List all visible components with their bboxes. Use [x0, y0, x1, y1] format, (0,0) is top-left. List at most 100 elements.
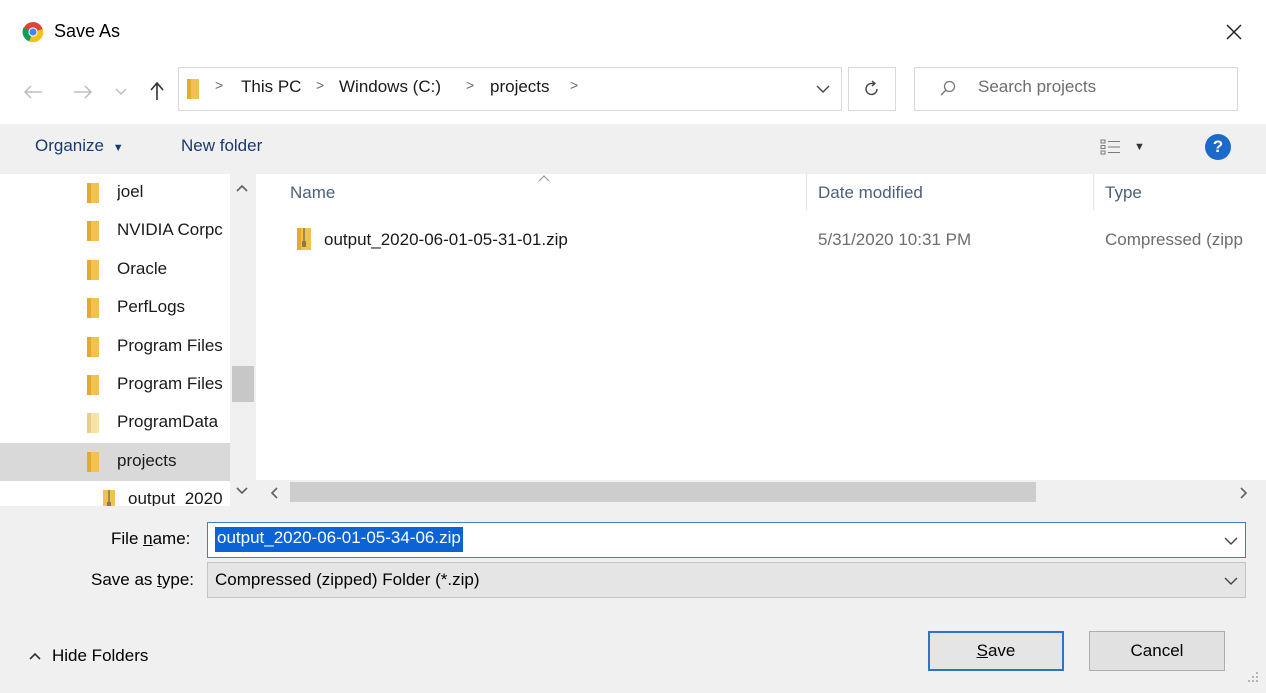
title-bar [0, 0, 1266, 64]
file-name-label: File name: [111, 529, 190, 549]
file-name-dropdown-button[interactable] [1221, 530, 1241, 550]
resize-grip-icon[interactable] [1238, 668, 1262, 688]
arrow-up-icon [150, 81, 164, 100]
nav-item-projects[interactable]: projects [0, 443, 230, 481]
scroll-right-button[interactable] [1234, 483, 1252, 503]
save-button[interactable]: Save [928, 631, 1064, 671]
breadcrumb-separator: > [466, 77, 475, 93]
horizontal-scroll-thumb[interactable] [290, 482, 1036, 502]
folder-icon [87, 452, 99, 472]
chevron-up-icon [236, 184, 248, 192]
chevron-left-icon [270, 487, 278, 499]
search-input[interactable]: Search projects [978, 77, 1096, 97]
search-icon [940, 80, 956, 96]
recent-locations-button[interactable] [112, 80, 130, 104]
chevron-down-icon [115, 88, 127, 95]
zip-folder-icon [295, 226, 313, 252]
folder-icon [87, 260, 99, 280]
column-divider [806, 174, 807, 210]
chevron-up-icon [29, 652, 41, 660]
change-view-button[interactable]: ▼ [1098, 133, 1160, 161]
save-label: ave [987, 641, 1016, 660]
label-text: ype: [161, 570, 195, 589]
forward-button[interactable] [68, 78, 98, 106]
breadcrumb-projects[interactable]: projects [490, 77, 550, 97]
nav-item-label: PerfLogs [117, 297, 186, 316]
organize-label: Organize [35, 136, 104, 155]
nav-item-label: Program Files [117, 336, 223, 355]
cancel-button[interactable]: Cancel [1089, 631, 1225, 671]
arrow-left-icon [23, 85, 42, 99]
label-text: ame: [152, 529, 191, 548]
organize-button[interactable]: Organize ▼ [35, 136, 124, 156]
nav-item-programdata[interactable]: ProgramData [0, 404, 230, 442]
column-divider [1093, 174, 1094, 210]
save-as-type-label: Save as type: [91, 570, 194, 590]
close-icon [1226, 24, 1242, 40]
zip-folder-icon [103, 490, 115, 506]
label-accelerator: n [143, 529, 153, 548]
hide-folders-button[interactable]: Hide Folders [28, 646, 148, 666]
back-button[interactable] [18, 78, 48, 106]
folder-icon [87, 375, 99, 395]
folder-icon [87, 183, 99, 203]
scroll-left-button[interactable] [266, 483, 284, 503]
file-type-cell: Compressed (zipp [1105, 230, 1243, 249]
chevron-down-icon [236, 487, 248, 495]
nav-item-label: Oracle [117, 259, 168, 278]
nav-item-program-files[interactable]: Program Files [0, 328, 230, 366]
breadcrumb-windows-c[interactable]: Windows (C:) [339, 77, 441, 97]
up-button[interactable] [142, 76, 172, 106]
nav-scrollbar[interactable] [230, 174, 256, 506]
save-as-type-dropdown-button[interactable] [1221, 570, 1241, 590]
close-button[interactable] [1212, 10, 1256, 54]
nav-item-label: joel [117, 182, 144, 201]
new-folder-button[interactable]: New folder [181, 136, 262, 156]
nav-item-joel[interactable]: joel [0, 174, 230, 212]
file-date-cell: 5/31/2020 10:31 PM [818, 230, 972, 249]
arrow-right-icon [74, 85, 93, 99]
column-header-type[interactable]: Type [1105, 183, 1142, 203]
nav-item-output-zip[interactable]: output_2020 [0, 481, 230, 506]
chrome-app-icon [22, 21, 44, 43]
nav-item-perflogs[interactable]: PerfLogs [0, 289, 230, 327]
help-icon: ? [1212, 137, 1224, 156]
chevron-down-icon [816, 85, 830, 93]
nav-item-label: output_2020 [128, 489, 223, 506]
chevron-down-icon [1224, 537, 1238, 545]
folder-icon [187, 79, 199, 99]
navigation-pane: joel NVIDIA Corpc Oracle PerfLogs Progra… [0, 174, 256, 506]
sort-ascending-icon [537, 168, 551, 182]
nav-item-nvidia[interactable]: NVIDIA Corpc [0, 212, 230, 250]
breadcrumb-separator: > [215, 77, 224, 93]
address-dropdown-button[interactable] [803, 67, 843, 111]
save-as-type-value: Compressed (zipped) Folder (*.zip) [215, 570, 480, 589]
file-name-value[interactable]: output_2020-06-01-05-34-06.zip [215, 527, 463, 552]
breadcrumb-this-pc[interactable]: This PC [241, 77, 301, 97]
chevron-right-icon [1240, 487, 1248, 499]
caret-down-icon: ▼ [112, 142, 124, 154]
nav-scroll-thumb[interactable] [232, 366, 254, 402]
breadcrumb-separator: > [316, 77, 325, 93]
window-title: Save As [54, 21, 121, 41]
details-view-icon [1100, 139, 1120, 155]
scroll-up-button[interactable] [232, 178, 252, 198]
folder-icon [87, 298, 99, 318]
hide-folders-label: Hide Folders [52, 646, 149, 665]
nav-item-label: projects [117, 451, 177, 470]
nav-item-program-files-x86[interactable]: Program Files [0, 366, 230, 404]
folder-icon [87, 221, 99, 241]
breadcrumb-separator: > [570, 77, 579, 93]
caret-down-icon: ▼ [1134, 141, 1145, 153]
column-header-date-modified[interactable]: Date modified [818, 183, 923, 203]
chevron-down-icon [1224, 577, 1238, 585]
refresh-button[interactable] [848, 67, 896, 111]
help-button[interactable]: ? [1205, 134, 1231, 160]
nav-item-oracle[interactable]: Oracle [0, 251, 230, 289]
column-header-name[interactable]: Name [290, 183, 335, 203]
label-text: Save as [91, 570, 158, 589]
file-name-cell: output_2020-06-01-05-31-01.zip [324, 230, 568, 249]
folder-icon [87, 413, 99, 433]
folder-icon [87, 337, 99, 357]
scroll-down-button[interactable] [232, 480, 252, 500]
